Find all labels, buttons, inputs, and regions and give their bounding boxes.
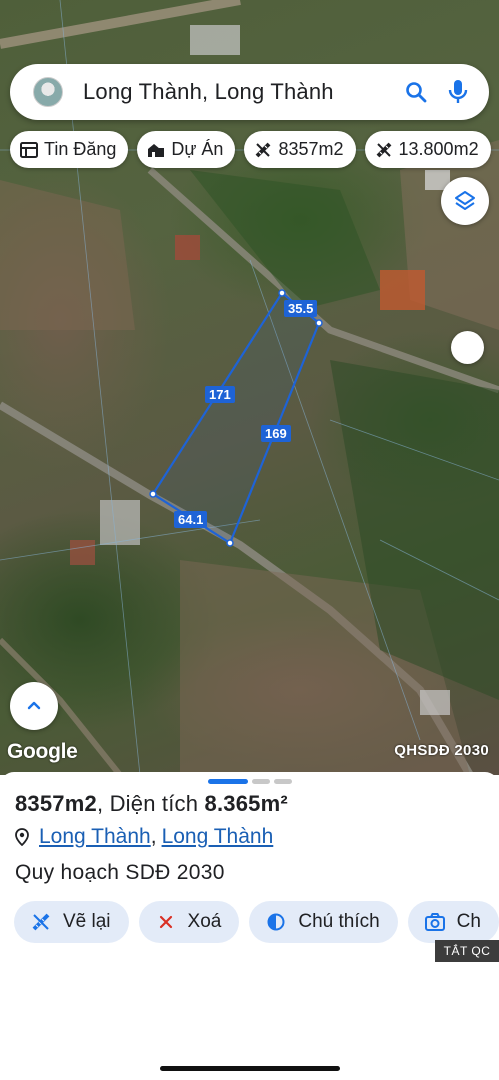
measure-label-right: 169 xyxy=(261,425,291,442)
redraw-button[interactable]: Vẽ lại xyxy=(14,901,129,943)
page-dot-active xyxy=(208,779,248,784)
layers-button[interactable] xyxy=(441,177,489,225)
measured-parcel xyxy=(151,291,321,545)
chip-tin-dang[interactable]: Tin Đăng xyxy=(10,131,129,168)
search-bar[interactable]: Long Thành, Long Thành xyxy=(10,64,489,120)
chip-label: 8357m2 xyxy=(278,139,344,159)
parcel-name: 8357m2 xyxy=(15,791,97,816)
area-value: 8.365m² xyxy=(204,791,288,816)
expand-up-button[interactable] xyxy=(10,682,58,730)
parcel-title: 8357m2, Diện tích 8.365m² xyxy=(15,791,288,817)
chevron-up-icon xyxy=(27,701,41,710)
capture-button[interactable]: Ch xyxy=(407,901,499,943)
filter-chips: Tin Đăng Dự Án 8357m2 13.800m2 xyxy=(10,131,491,168)
measure-label-top: 35.5 xyxy=(284,300,318,317)
ruler-icon xyxy=(375,141,393,159)
chip-area-13800[interactable]: 13.800m2 xyxy=(364,131,491,168)
chip-area-8357[interactable]: 8357m2 xyxy=(244,131,356,168)
action-label: Vẽ lại xyxy=(63,911,111,932)
listing-icon xyxy=(20,141,38,159)
bottom-sheet[interactable]: 8357m2, Diện tích 8.365m² Long Thành, Lon… xyxy=(0,772,499,1080)
disable-ads-button[interactable]: TẮT QC xyxy=(435,940,499,962)
location-link-province[interactable]: Long Thành xyxy=(162,825,274,849)
location-marker-button[interactable] xyxy=(451,331,484,364)
delete-button[interactable]: Xoá xyxy=(138,901,240,943)
page-indicator xyxy=(208,779,292,784)
action-label: Xoá xyxy=(187,911,222,932)
measure-label-bottom: 64.1 xyxy=(174,511,208,528)
microphone-icon[interactable] xyxy=(446,80,470,104)
chip-label: Tin Đăng xyxy=(44,139,117,159)
close-icon xyxy=(156,912,176,932)
action-label: Ch xyxy=(456,911,481,932)
chip-label: Dự Án xyxy=(171,139,224,159)
ruler-icon xyxy=(254,141,272,159)
area-prefix: , Diện tích xyxy=(96,791,205,816)
action-label: Chú thích xyxy=(298,911,380,932)
planning-subtitle: Quy hoạch SDĐ 2030 xyxy=(15,861,225,884)
redraw-icon xyxy=(31,912,51,932)
home-indicator[interactable] xyxy=(160,1066,340,1071)
search-icon[interactable] xyxy=(404,80,428,104)
contrast-icon xyxy=(266,912,286,932)
satellite-map[interactable]: 35.5 171 169 64.1 Long Thành, Long Thành… xyxy=(0,0,499,775)
legend-button[interactable]: Chú thích xyxy=(249,901,398,943)
parcel-location: Long Thành, Long Thành xyxy=(15,825,273,849)
project-icon xyxy=(147,141,165,159)
location-pin-icon xyxy=(15,828,31,846)
camera-icon xyxy=(424,912,445,932)
chip-label: 13.800m2 xyxy=(398,139,479,159)
location-link-district[interactable]: Long Thành xyxy=(39,825,151,849)
avatar[interactable] xyxy=(33,77,63,107)
planning-overlay-label: QHSDĐ 2030 xyxy=(394,742,489,759)
page-dot xyxy=(274,779,292,784)
page-dot xyxy=(252,779,270,784)
google-attribution: Google xyxy=(7,740,78,763)
location-separator: , xyxy=(150,825,157,848)
chip-du-an[interactable]: Dự Án xyxy=(137,131,236,168)
layers-icon xyxy=(455,191,475,210)
action-buttons: Vẽ lại Xoá Chú thích Ch xyxy=(14,901,499,943)
measure-label-left: 171 xyxy=(205,386,235,403)
search-query[interactable]: Long Thành, Long Thành xyxy=(83,79,404,105)
